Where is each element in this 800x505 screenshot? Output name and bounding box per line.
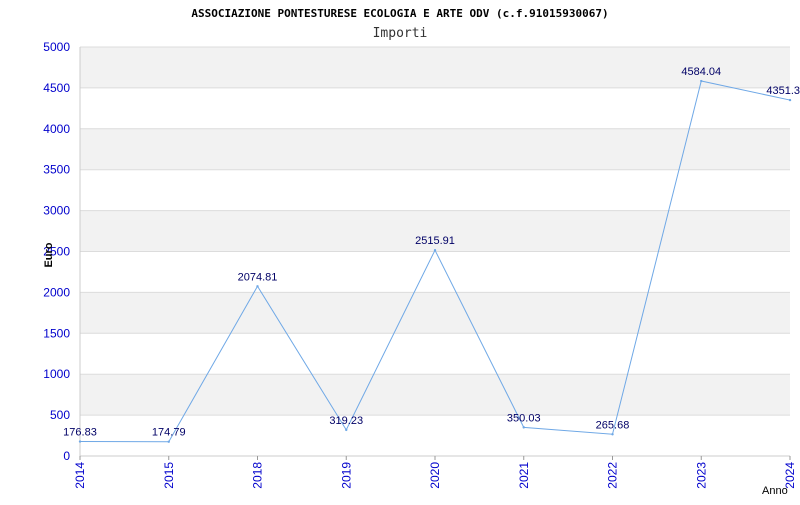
y-tick-label: 5000 xyxy=(43,40,70,54)
y-tick-label: 3000 xyxy=(43,204,70,218)
y-tick-label: 4500 xyxy=(43,81,70,95)
x-tick-label: 2020 xyxy=(428,462,442,489)
data-label: 4351.3 xyxy=(766,85,800,97)
data-label: 176.83 xyxy=(63,427,97,439)
data-point xyxy=(433,248,437,252)
data-label: 319.23 xyxy=(329,415,363,427)
line-chart: ASSOCIAZIONE PONTESTURESE ECOLOGIA E ART… xyxy=(43,7,800,497)
x-axis-label: Anno xyxy=(762,485,788,497)
x-tick-label: 2014 xyxy=(73,462,87,489)
chart-container: ASSOCIAZIONE PONTESTURESE ECOLOGIA E ART… xyxy=(0,0,800,500)
data-point xyxy=(700,79,703,83)
x-tick-label: 2021 xyxy=(517,462,531,489)
y-tick-label: 1500 xyxy=(43,326,70,340)
data-point xyxy=(788,98,792,102)
y-tick-label: 0 xyxy=(63,449,70,463)
data-label: 4584.04 xyxy=(681,66,721,78)
x-axis-ticks: 2014 2015 2018 2019 2020 2021 2022 2023 2024 xyxy=(73,456,797,489)
data-label: 2074.81 xyxy=(238,271,278,283)
chart-subtitle: Importi xyxy=(373,26,428,41)
plot-background xyxy=(79,46,790,457)
x-tick-label: 2018 xyxy=(251,462,265,489)
data-point xyxy=(256,285,259,288)
data-label: 265.68 xyxy=(596,419,630,431)
plot-band xyxy=(80,128,790,170)
y-tick-label: 1000 xyxy=(43,367,70,381)
data-point xyxy=(522,426,525,429)
data-point xyxy=(345,428,348,432)
data-label: 174.79 xyxy=(152,427,186,439)
y-tick-label: 2000 xyxy=(43,285,70,299)
data-point xyxy=(167,440,170,443)
plot-band xyxy=(80,374,790,416)
data-label: 2515.91 xyxy=(415,235,455,247)
y-tick-label: 4000 xyxy=(43,122,70,136)
x-tick-label: 2023 xyxy=(694,462,708,489)
x-tick-label: 2019 xyxy=(339,462,353,489)
plot-band xyxy=(80,292,790,334)
y-tick-label: 3500 xyxy=(43,163,70,177)
data-label: 350.03 xyxy=(507,412,541,424)
chart-title: ASSOCIAZIONE PONTESTURESE ECOLOGIA E ART… xyxy=(191,7,608,20)
y-tick-label: 500 xyxy=(50,408,70,422)
data-point xyxy=(78,440,82,443)
x-tick-label: 2022 xyxy=(606,462,620,489)
x-tick-label: 2015 xyxy=(162,462,176,489)
data-point xyxy=(611,433,614,436)
y-axis-label: Euro xyxy=(43,242,55,267)
